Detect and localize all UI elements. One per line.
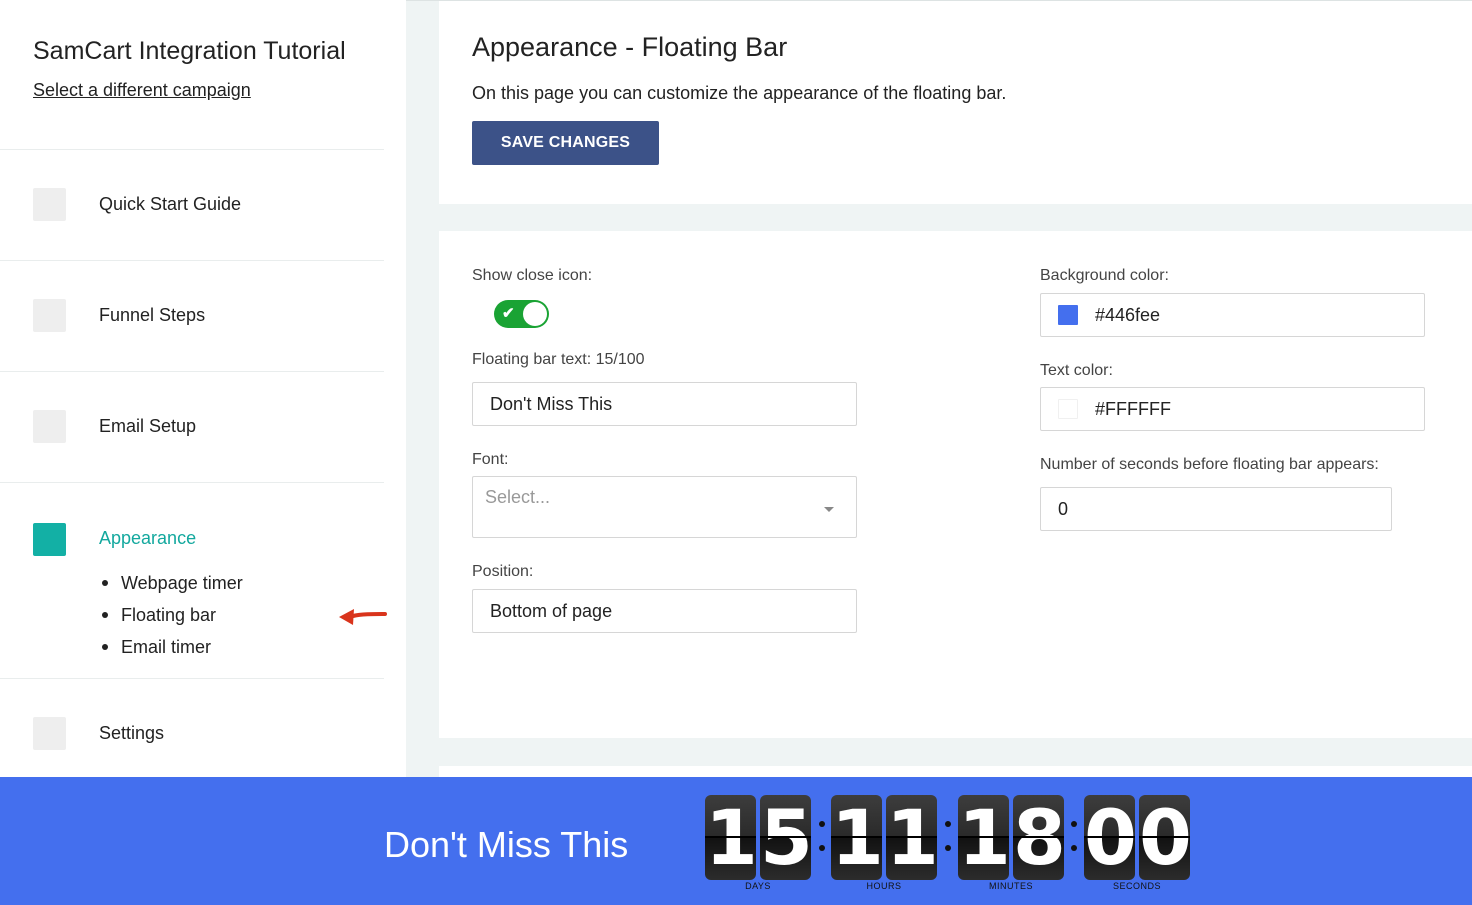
timer-hours: 1 1 HOURS [831, 795, 937, 899]
seconds-delay-label: Number of seconds before floating bar ap… [1040, 456, 1379, 473]
header-card: Appearance - Floating Bar On this page y… [439, 1, 1472, 204]
step-status-box [33, 717, 66, 750]
toggle-knob [523, 302, 547, 326]
timer-separator [1071, 821, 1077, 869]
campaign-title: SamCart Integration Tutorial [33, 37, 346, 65]
save-changes-button[interactable]: SAVE CHANGES [472, 121, 659, 165]
text-color-label: Text color: [1040, 362, 1113, 379]
background-color-swatch[interactable] [1058, 305, 1078, 325]
position-value: Bottom of page [490, 600, 613, 621]
red-arrow-icon [339, 609, 387, 625]
appearance-submenu: Webpage timer Floating bar Email timer [102, 572, 387, 668]
background-color-value: #446fee [1095, 304, 1161, 325]
timer-digit: 1 [705, 795, 756, 880]
floating-text-label: Floating bar text: 15/100 [472, 351, 645, 368]
font-select[interactable]: Select... [472, 476, 857, 538]
submenu-item-label: Floating bar [121, 605, 217, 625]
sidebar-item-funnel-steps[interactable]: Funnel Steps [0, 261, 384, 372]
close-icon-label: Show close icon: [472, 267, 593, 284]
timer-digit: 1 [958, 795, 1009, 880]
floating-text-input[interactable]: Don't Miss This [472, 382, 857, 426]
settings-form-card: Show close icon: ✔ Floating bar text: 15… [439, 231, 1472, 738]
font-label: Font: [472, 451, 509, 468]
seconds-delay-input[interactable]: 0 [1040, 487, 1392, 531]
timer-digit: 8 [1013, 795, 1064, 880]
step-status-box [33, 523, 66, 556]
timer-digit: 1 [831, 795, 882, 880]
background-color-label: Background color: [1040, 267, 1169, 284]
timer-digit: 0 [1084, 795, 1135, 880]
sidebar-item-label: Funnel Steps [99, 305, 206, 325]
sidebar-item-quick-start[interactable]: Quick Start Guide [0, 150, 384, 261]
text-color-value: #FFFFFF [1095, 398, 1171, 419]
text-color-swatch[interactable] [1058, 399, 1078, 419]
timer-unit-label: SECONDS [1112, 881, 1161, 891]
close-icon-toggle[interactable]: ✔ [494, 300, 549, 328]
sidebar-item-email-setup[interactable]: Email Setup [0, 372, 384, 483]
floating-bar-text: Don't Miss This [384, 824, 629, 865]
seconds-delay-value: 0 [1058, 498, 1069, 519]
timer-unit-label: DAYS [745, 881, 771, 891]
background-color-input[interactable]: #446fee [1040, 293, 1425, 337]
text-color-input[interactable]: #FFFFFF [1040, 387, 1425, 431]
position-label: Position: [472, 563, 534, 580]
submenu-item-email-timer[interactable]: Email timer [102, 636, 243, 668]
submenu-item-webpage-timer[interactable]: Webpage timer [102, 572, 243, 604]
floating-text-value: Don't Miss This [490, 393, 613, 414]
sidebar-item-settings[interactable]: Settings [0, 679, 384, 790]
timer-digit: 0 [1139, 795, 1190, 880]
sidebar-header: SamCart Integration Tutorial Select a di… [0, 0, 384, 150]
timer-separator [945, 821, 951, 869]
timer-digit: 5 [760, 795, 811, 880]
sidebar-item-label: Appearance [99, 528, 197, 548]
position-select[interactable]: Bottom of page [472, 589, 857, 633]
floating-bar-preview: Don't Miss This 1 5 DAYS 1 1 HOURS 1 8 M… [0, 777, 1472, 905]
check-icon: ✔ [502, 305, 515, 322]
timer-seconds: 0 0 SECONDS [1084, 795, 1190, 899]
timer-digit: 1 [886, 795, 937, 880]
sidebar-item-label: Quick Start Guide [99, 194, 242, 214]
step-status-box [33, 410, 66, 443]
sidebar-item-label: Settings [99, 723, 165, 743]
timer-days: 1 5 DAYS [705, 795, 811, 899]
font-select-placeholder: Select... [485, 487, 551, 507]
sidebar-item-label: Email Setup [99, 416, 197, 436]
chevron-down-icon [824, 507, 834, 512]
timer-unit-label: MINUTES [989, 881, 1033, 891]
sidebar-item-appearance[interactable]: Appearance Webpage timer Floating bar Em… [0, 483, 387, 679]
timer-separator [819, 821, 825, 869]
step-status-box [33, 188, 66, 221]
timer-unit-label: HOURS [866, 881, 902, 891]
page-title: Appearance - Floating Bar [472, 32, 788, 62]
select-campaign-link[interactable]: Select a different campaign [33, 80, 251, 101]
step-status-box [33, 299, 66, 332]
timer-minutes: 1 8 MINUTES [958, 795, 1064, 899]
submenu-item-floating-bar[interactable]: Floating bar [102, 604, 387, 636]
sidebar: SamCart Integration Tutorial Select a di… [0, 0, 406, 777]
page-description: On this page you can customize the appea… [472, 83, 1007, 103]
